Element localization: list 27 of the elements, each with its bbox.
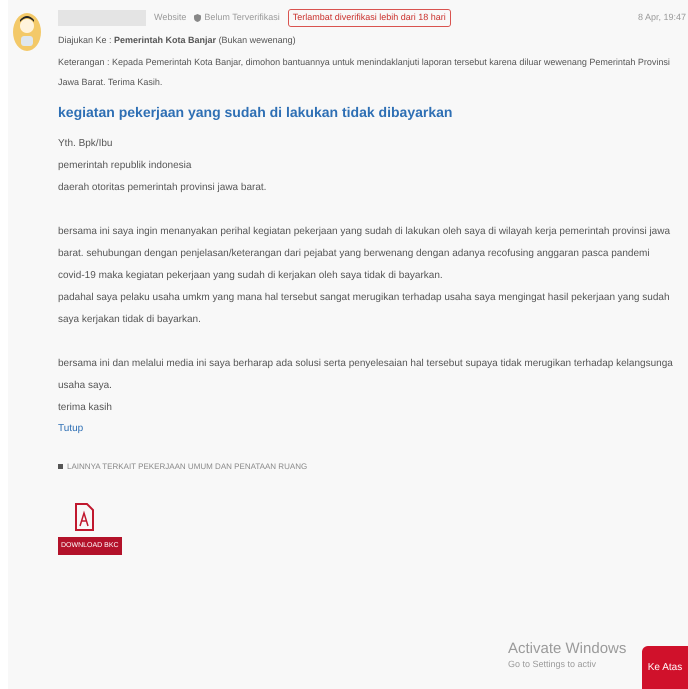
body-line: saya kerjakan tidak di bayarkan.	[58, 312, 201, 326]
category-label: LAINNYA TERKAIT PEKERJAAN UMUM DAN PENATAAN RUANG	[67, 460, 308, 472]
body-line: bersama ini dan melalui media ini saya berharap ada solusi serta penyelesaian hal tersebut supaya tidak merugikan terhadap kelangsunga	[58, 356, 673, 370]
post-title: kegiatan pekerjaan yang sudah di lakukan tidak dibayarkan	[58, 102, 454, 122]
body-line: pemerintah republik indonesia	[58, 158, 192, 172]
close-link[interactable]: Tutup	[58, 418, 84, 438]
verification-status: Belum Terverifikasi	[204, 11, 280, 24]
activation-text: Go to Settings to activ	[508, 658, 598, 670]
body-line: daerah otoritas pemerintah provinsi jawa barat.	[58, 180, 266, 194]
body-line: barat. sehubungan dengan penjelasan/keterangan dari pejabat yang berwenang dengan adanya recofusing anggaran pasca pandemi	[58, 246, 650, 260]
pdf-file-icon	[74, 502, 94, 530]
body-line: Yth. Bpk/Ibu	[58, 136, 112, 150]
author-status: Website	[154, 11, 186, 24]
body-line: terima kasih	[58, 400, 112, 414]
back-to-top-button[interactable]: Ke Atas	[642, 646, 688, 689]
avatar-icon	[12, 10, 42, 52]
note-text: Keterangan : Kepada Pemerintah Kota Banjar, dimohon bantuannya untuk menindaklanjuti laporan tersebut karena diluar wewenang Pemerintah Provinsi Jawa Barat. Terima Kasih.	[58, 56, 671, 88]
activation-title: Activate Windows	[508, 640, 626, 659]
body-line: bersama ini saya ingin menanyakan perihal kegiatan pekerjaan yang sudah di lakukan oleh saya di wilayah kerja pemerintah provinsi jawa	[58, 224, 670, 238]
body-line: covid-19 maka kegiatan pekerjaan yang sudah di kerjakan oleh saya tidak di bayarkan.	[58, 268, 443, 282]
post-date: 8 Apr, 19:47	[638, 11, 687, 24]
shield-icon	[194, 14, 202, 22]
body-line: usaha saya.	[58, 378, 112, 392]
late-badge: Terlambat diverifikasi lebih dari 18 hari	[288, 9, 451, 27]
body-line: padahal saya pelaku usaha umkm yang mana hal tersebut sangat merugikan terhadap usaha saya mengingat hasil pekerjaan yang sudah	[58, 290, 670, 304]
category-square-icon	[58, 464, 63, 469]
submitted-to: Diajukan Ke : Pemerintah Kota Banjar (Bukan wewenang)	[58, 34, 297, 47]
